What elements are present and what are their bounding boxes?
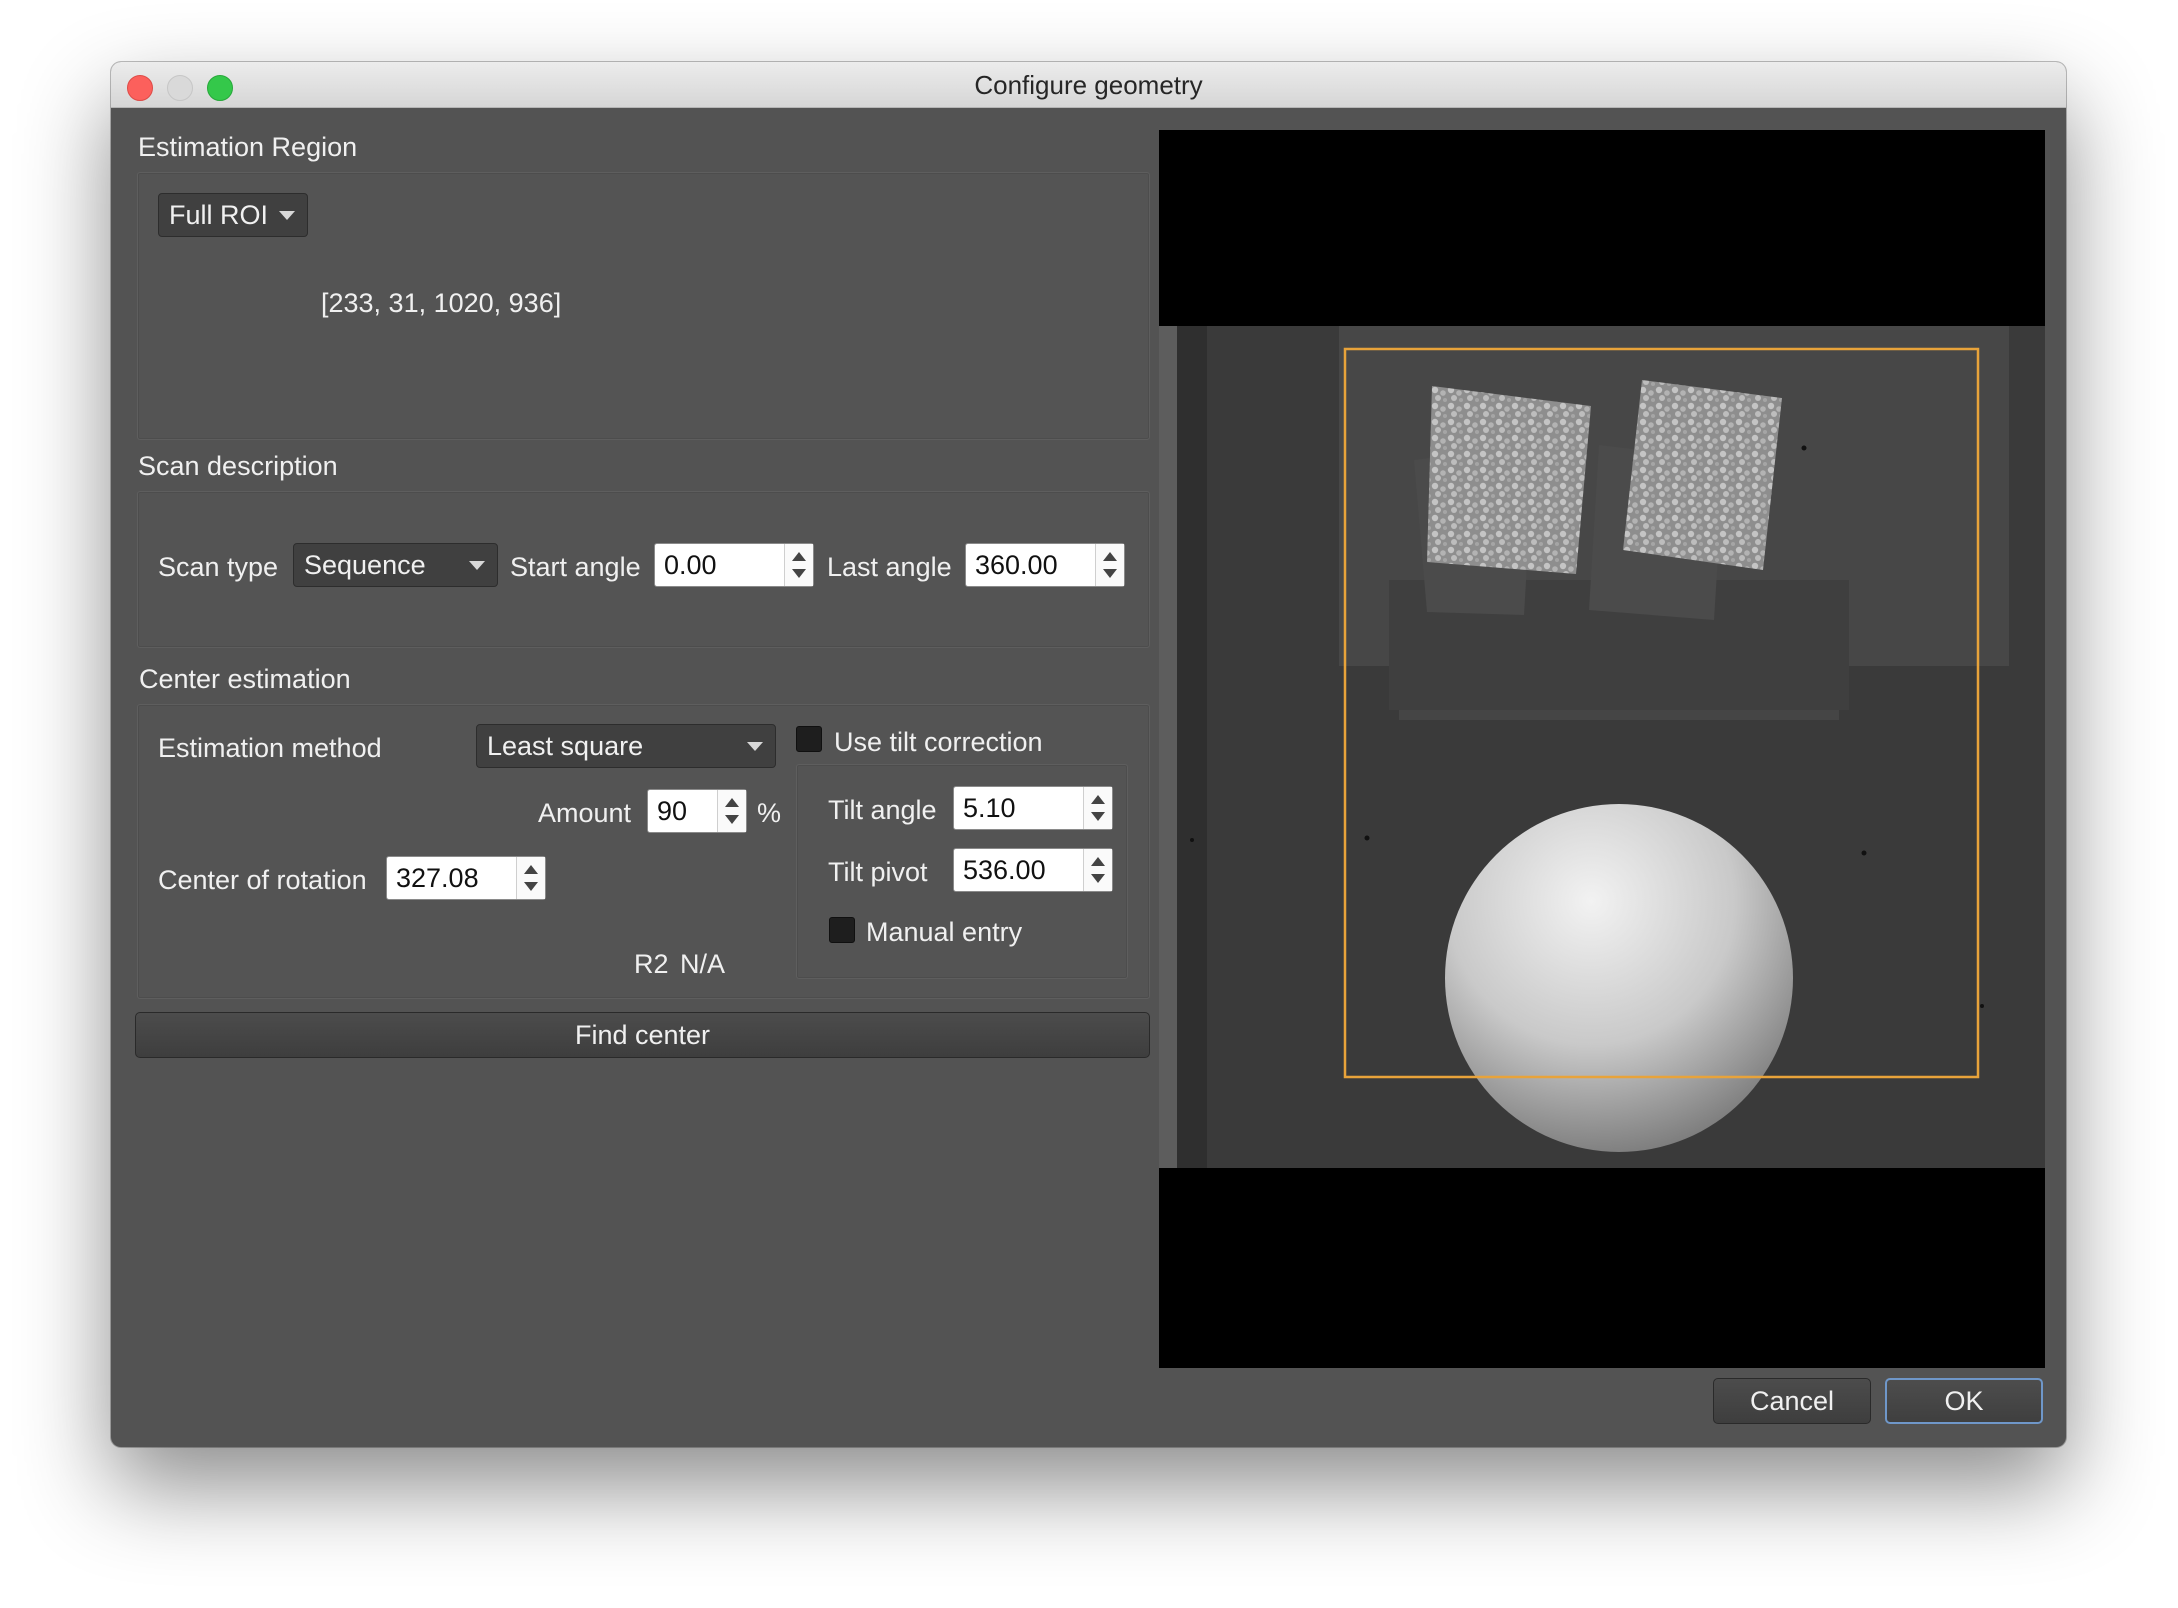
window-title: Configure geometry [974,70,1203,100]
tilt-angle-spinbox[interactable]: 5.10 [953,786,1113,830]
arrow-down-icon [524,882,538,891]
chevron-down-icon [747,742,763,751]
arrow-down-icon [1091,874,1105,883]
title-bar: Configure geometry [111,62,2066,108]
amount-spinbox[interactable]: 90 [647,789,747,833]
start-angle-value: 0.00 [664,550,717,580]
center-of-rotation-stepper[interactable] [516,857,545,899]
arrow-up-icon [792,552,806,561]
use-tilt-correction-label: Use tilt correction [834,727,1043,757]
start-angle-stepper[interactable] [784,544,813,586]
chevron-down-icon [469,561,485,570]
center-of-rotation-value: 327.08 [396,863,479,893]
tilt-angle-label: Tilt angle [828,795,937,825]
estimation-method-value: Least square [487,731,644,761]
estimation-region-value: Full ROI [169,200,269,230]
r2-value: N/A [680,949,726,979]
scan-type-value: Sequence [304,550,426,580]
amount-value: 90 [657,796,688,826]
amount-label: Amount [538,798,632,828]
tilt-pivot-spinbox[interactable]: 536.00 [953,848,1113,892]
amount-unit: % [757,798,782,828]
last-angle-label: Last angle [827,552,952,582]
use-tilt-correction-checkbox[interactable] [796,726,822,752]
arrow-up-icon [725,798,739,807]
manual-entry-checkbox[interactable] [829,917,855,943]
last-angle-spinbox[interactable]: 360.00 [965,543,1125,587]
estimation-method-dropdown[interactable]: Least square [476,724,776,768]
roi-values: [233, 31, 1020, 936] [321,288,562,318]
tilt-pivot-stepper[interactable] [1083,849,1112,891]
arrow-down-icon [1091,812,1105,821]
center-of-rotation-label: Center of rotation [158,865,367,895]
scan-type-label: Scan type [158,552,279,582]
projection-image [1159,326,2045,1168]
arrow-down-icon [725,815,739,824]
tilt-pivot-value: 536.00 [963,855,1046,885]
estimation-method-label: Estimation method [158,733,382,763]
start-angle-label: Start angle [510,552,641,582]
arrow-up-icon [524,865,538,874]
configure-geometry-dialog: Configure geometry Estimation Region Ful… [111,62,2066,1447]
start-angle-spinbox[interactable]: 0.00 [654,543,814,587]
tilt-pivot-label: Tilt pivot [828,857,928,887]
tilt-angle-value: 5.10 [963,793,1016,823]
last-angle-stepper[interactable] [1095,544,1124,586]
scan-description-title: Scan description [138,451,338,481]
chevron-down-icon [279,211,295,220]
manual-entry-label: Manual entry [866,917,1023,947]
arrow-up-icon [1091,857,1105,866]
ok-button[interactable]: OK [1885,1378,2043,1424]
projection-image-viewer[interactable] [1159,130,2045,1368]
tilt-angle-stepper[interactable] [1083,787,1112,829]
amount-stepper[interactable] [717,790,746,832]
estimation-region-dropdown[interactable]: Full ROI [158,193,308,237]
sphere-sample [1445,804,1793,1152]
cancel-button[interactable]: Cancel [1713,1378,1871,1424]
r2-label: R2 [634,949,669,979]
arrow-down-icon [792,569,806,578]
find-center-button[interactable]: Find center [135,1012,1150,1058]
estimation-region-title: Estimation Region [138,132,358,162]
scan-type-dropdown[interactable]: Sequence [293,543,498,587]
arrow-down-icon [1103,569,1117,578]
last-angle-value: 360.00 [975,550,1058,580]
arrow-up-icon [1103,552,1117,561]
arrow-up-icon [1091,795,1105,804]
center-of-rotation-spinbox[interactable]: 327.08 [386,856,546,900]
center-estimation-title: Center estimation [139,664,351,694]
